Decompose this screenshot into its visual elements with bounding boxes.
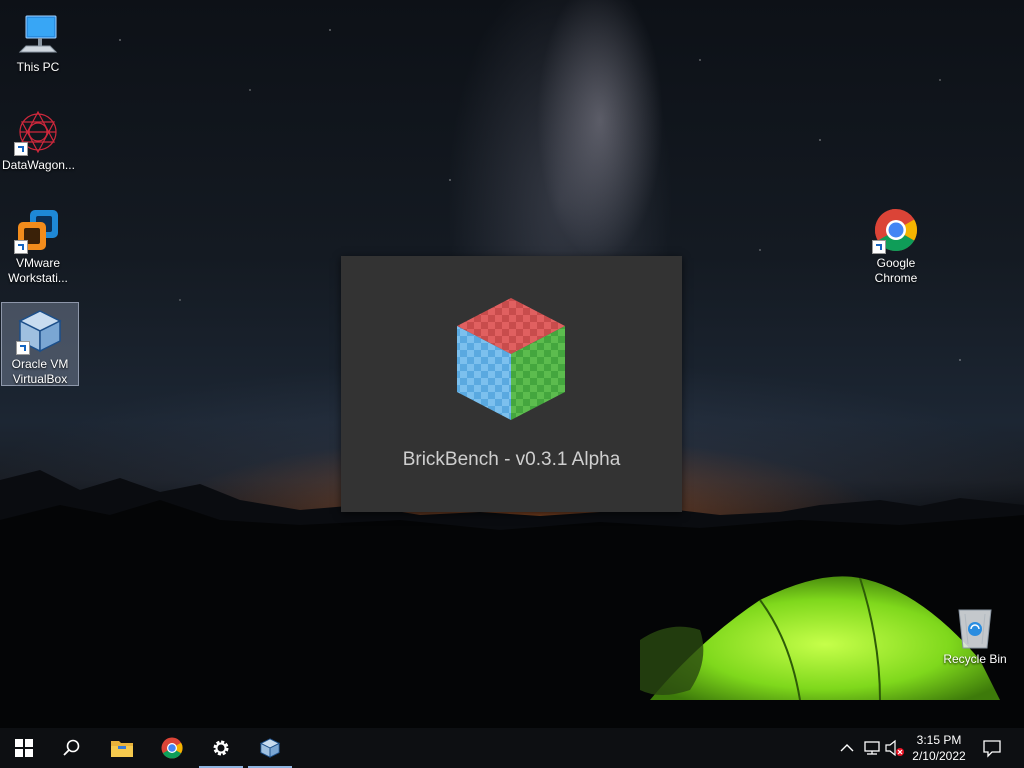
desktop-icon-label: VMware Workstati... [8, 256, 68, 285]
desktop-icon-label: Recycle Bin [943, 652, 1007, 666]
taskbar-settings[interactable] [197, 728, 245, 768]
virtualbox-icon [259, 738, 281, 758]
taskbar-file-explorer[interactable] [98, 728, 146, 768]
notification-icon [983, 740, 1001, 758]
desktop-icon-label: Google Chrome [874, 256, 918, 285]
clock-time: 3:15 PM [916, 733, 962, 747]
splash-window: BrickBench - v0.3.1 Alpha [341, 256, 682, 512]
desktop-icon-this-pc[interactable]: This PC [0, 6, 76, 78]
chrome-icon [872, 206, 920, 254]
recycle-bin-icon [951, 602, 999, 650]
desktop-icon-label: Oracle VM VirtualBox [11, 357, 69, 386]
start-button[interactable] [0, 728, 48, 768]
vmware-icon [14, 206, 62, 254]
desktop-icon-recycle-bin[interactable]: Recycle Bin [937, 598, 1013, 670]
network-icon [864, 741, 880, 755]
network-button[interactable] [862, 738, 882, 758]
clock-date: 2/10/2022 [912, 749, 966, 763]
brickbench-logo-icon [457, 298, 565, 420]
shortcut-arrow-icon [872, 240, 886, 254]
file-explorer-icon [111, 741, 133, 757]
desktop-icon-vmware[interactable]: VMware Workstati... [0, 202, 76, 289]
chrome-icon [161, 737, 183, 759]
desktop-icon-virtualbox[interactable]: Oracle VM VirtualBox [1, 302, 79, 386]
start-icon [15, 739, 33, 757]
search-icon [63, 739, 80, 756]
desktop-icon-label: This PC [16, 60, 60, 74]
desktop-icon-datawagon[interactable]: DataWagon... [0, 104, 76, 176]
volume-muted-icon [885, 739, 904, 757]
taskbar-chrome[interactable] [148, 728, 196, 768]
settings-icon [213, 740, 229, 756]
shortcut-arrow-icon [14, 142, 28, 156]
action-center-button[interactable] [980, 736, 1004, 760]
splash-title: BrickBench - v0.3.1 Alpha [402, 449, 621, 470]
search-button[interactable] [48, 728, 96, 768]
desktop-icon-label: DataWagon... [2, 158, 75, 172]
volume-button[interactable] [884, 738, 906, 758]
taskbar: 3:15 PM 2/10/2022 [0, 728, 1024, 768]
shortcut-arrow-icon [14, 240, 28, 254]
computer-icon [14, 10, 62, 58]
show-hidden-icons-button[interactable] [838, 738, 856, 758]
clock-button[interactable]: 3:15 PM 2/10/2022 [906, 730, 972, 766]
virtualbox-icon [16, 307, 64, 355]
taskbar-virtualbox[interactable] [246, 728, 294, 768]
shortcut-arrow-icon [16, 341, 30, 355]
datawagon-icon [14, 108, 62, 156]
chevron-up-icon [840, 744, 854, 752]
desktop-icon-chrome[interactable]: Google Chrome [858, 202, 934, 289]
